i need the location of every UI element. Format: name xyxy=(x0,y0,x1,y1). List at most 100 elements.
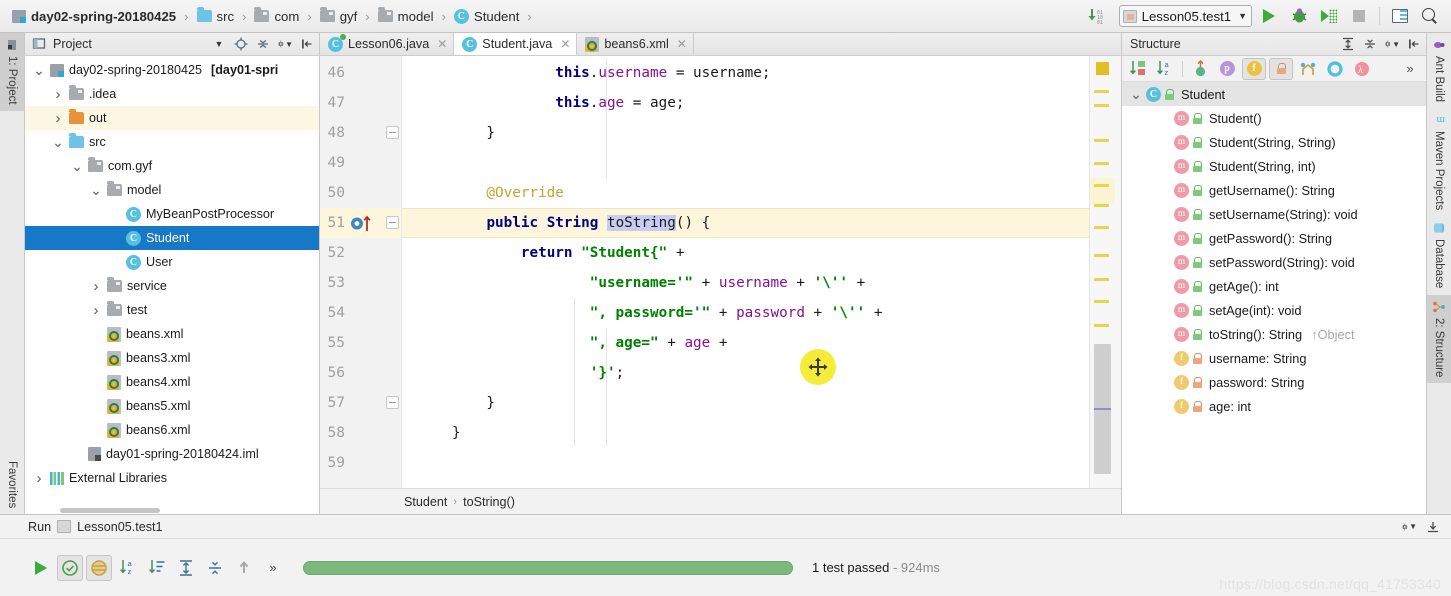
show-properties-button[interactable]: p xyxy=(1215,58,1239,80)
code-line[interactable]: "username='" + username + '\'' + xyxy=(452,268,865,298)
project-tree-item[interactable]: beans.xml xyxy=(25,322,319,346)
fold-toggle-icon[interactable] xyxy=(386,396,399,409)
project-tree-item[interactable]: beans6.xml xyxy=(25,418,319,442)
inspection-status-marker[interactable] xyxy=(1096,62,1109,75)
change-marker[interactable] xyxy=(1094,104,1109,107)
structure-tree-item[interactable]: f password: String xyxy=(1122,370,1426,394)
breadcrumb-item-src[interactable]: src xyxy=(193,0,238,33)
sort-by-visibility-button[interactable] xyxy=(1126,58,1150,80)
fold-toggle-icon[interactable] xyxy=(386,216,399,229)
hide-panel-icon[interactable] xyxy=(1425,519,1441,535)
structure-tree-item[interactable]: m getPassword(): String xyxy=(1122,226,1426,250)
structure-tree-item[interactable]: f username: String xyxy=(1122,346,1426,370)
fold-toggle-icon[interactable] xyxy=(386,126,399,139)
download-updates-icon[interactable]: 01 10 01 xyxy=(1085,3,1111,29)
collapse-all-icon[interactable] xyxy=(1362,36,1378,52)
gear-icon[interactable]: ▼ xyxy=(1384,36,1400,52)
collapse-all-icon[interactable] xyxy=(255,36,271,52)
breadcrumb-class[interactable]: Student xyxy=(404,495,447,509)
chevron-down-icon[interactable]: ⌄ xyxy=(1130,87,1142,101)
change-marker[interactable] xyxy=(1094,278,1109,281)
code-line[interactable]: @Override xyxy=(452,178,563,208)
project-tree-item[interactable]: › test xyxy=(25,298,319,322)
change-marker[interactable] xyxy=(1094,254,1109,257)
code-line[interactable]: this.age = age; xyxy=(452,88,684,118)
tool-tab-favorites[interactable]: Favorites xyxy=(0,455,24,514)
change-marker[interactable] xyxy=(1094,300,1109,303)
editor-tab-lesson06-java[interactable]: C Lesson06.java ✕ xyxy=(320,33,455,55)
structure-tree-item[interactable]: m setPassword(String): void xyxy=(1122,250,1426,274)
change-marker[interactable] xyxy=(1094,184,1109,187)
code-line[interactable]: ", password='" + password + '\'' + xyxy=(452,298,883,328)
structure-tree-item[interactable]: ⌄ C Student xyxy=(1122,82,1426,106)
more-button[interactable]: » xyxy=(260,555,286,581)
code-line[interactable]: } xyxy=(452,388,495,418)
project-tree-item[interactable]: C User xyxy=(25,250,319,274)
expand-all-icon[interactable] xyxy=(1340,36,1356,52)
chevron-down-icon[interactable]: ⌄ xyxy=(52,135,64,149)
debug-button[interactable] xyxy=(1286,3,1312,29)
tool-tab-structure[interactable]: 2: Structure xyxy=(1427,294,1451,383)
breadcrumb-item-student[interactable]: C Student xyxy=(450,0,522,33)
project-tree-item[interactable]: day01-spring-20180424.iml xyxy=(25,442,319,466)
breadcrumb-item-com[interactable]: com xyxy=(250,0,302,33)
rerun-button[interactable] xyxy=(28,555,54,581)
expand-toolbar-button[interactable]: » xyxy=(1398,58,1422,80)
search-everywhere-button[interactable] xyxy=(1417,3,1443,29)
code-editor[interactable]: 46 47 48 49 50 51 52 53 54 55 56 57 58 59 this.userna… xyxy=(320,56,1121,488)
code-line[interactable]: } xyxy=(452,118,495,148)
run-with-coverage-button[interactable] xyxy=(1316,3,1342,29)
structure-tree-item[interactable]: m setUsername(String): void xyxy=(1122,202,1426,226)
previous-occurrence-button[interactable] xyxy=(231,555,257,581)
project-tree-item[interactable]: ⌄ day02-spring-20180425 [day01-spri xyxy=(25,58,319,82)
structure-tree[interactable]: ⌄ C Student m Student() m Student(String, Stri… xyxy=(1122,82,1426,514)
structure-tree-item[interactable]: m Student() xyxy=(1122,106,1426,130)
run-button[interactable] xyxy=(1256,3,1282,29)
project-tree-item[interactable]: ⌄ com.gyf xyxy=(25,154,319,178)
bookmark-marker[interactable] xyxy=(1094,408,1111,410)
editor-tab-beans6-xml[interactable]: beans6.xml ✕ xyxy=(577,33,694,55)
show-lambdas-button[interactable]: λ xyxy=(1350,58,1374,80)
override-method-gutter-icon[interactable] xyxy=(350,215,376,232)
code-line[interactable]: this.username = username; xyxy=(452,58,770,88)
change-marker[interactable] xyxy=(1094,226,1109,229)
chevron-right-icon[interactable]: › xyxy=(90,278,102,295)
code-line[interactable]: '}'; xyxy=(452,358,624,388)
project-tree-item[interactable]: C MyBeanPostProcessor xyxy=(25,202,319,226)
project-tree-item[interactable]: ⌄ model xyxy=(25,178,319,202)
hide-panel-icon[interactable] xyxy=(1406,36,1422,52)
chevron-down-icon[interactable]: ⌄ xyxy=(90,183,102,197)
editor-tab-student-java[interactable]: C Student.java ✕ xyxy=(454,33,578,55)
code-text[interactable]: this.username = username; this.age = age… xyxy=(402,56,1089,488)
show-inherited-button[interactable] xyxy=(1188,58,1212,80)
editor-marker-bar[interactable] xyxy=(1089,56,1121,488)
structure-tree-item[interactable]: m getAge(): int xyxy=(1122,274,1426,298)
breadcrumb-item-model[interactable]: model xyxy=(374,0,437,33)
project-tree-item[interactable]: › External Libraries xyxy=(25,466,319,490)
chevron-down-icon[interactable]: ⌄ xyxy=(71,159,83,173)
chevron-right-icon[interactable]: › xyxy=(52,86,64,103)
scrollbar-thumb[interactable] xyxy=(60,508,160,513)
structure-tree-item[interactable]: m setAge(int): void xyxy=(1122,298,1426,322)
chevron-right-icon[interactable]: › xyxy=(52,110,64,127)
code-line[interactable]: return "Student{" + xyxy=(452,238,685,268)
locate-icon[interactable] xyxy=(233,36,249,52)
show-ignored-button[interactable] xyxy=(86,554,112,581)
sort-by-duration-button[interactable] xyxy=(144,555,170,581)
project-tree-item[interactable]: › out xyxy=(25,106,319,130)
show-non-public-button[interactable] xyxy=(1269,57,1293,80)
chevron-right-icon[interactable]: › xyxy=(33,470,45,487)
tool-tab-project[interactable]: 1: Project xyxy=(0,33,24,111)
code-line[interactable]: public String toString() { xyxy=(452,208,710,238)
close-icon[interactable]: ✕ xyxy=(560,37,570,51)
tool-tab-maven-projects[interactable]: m Maven Projects xyxy=(1427,108,1451,216)
close-icon[interactable]: ✕ xyxy=(437,37,447,51)
sort-alphabetically-button[interactable]: az xyxy=(1153,58,1177,80)
change-marker[interactable] xyxy=(1094,324,1109,327)
change-marker[interactable] xyxy=(1094,139,1109,142)
structure-tree-item[interactable]: m Student(String, int) xyxy=(1122,154,1426,178)
change-marker[interactable] xyxy=(1094,162,1109,165)
editor-gutter[interactable]: 46 47 48 49 50 51 52 53 54 55 56 57 58 59 xyxy=(320,56,402,488)
project-tree-item[interactable]: beans5.xml xyxy=(25,394,319,418)
structure-tree-item[interactable]: m getUsername(): String xyxy=(1122,178,1426,202)
